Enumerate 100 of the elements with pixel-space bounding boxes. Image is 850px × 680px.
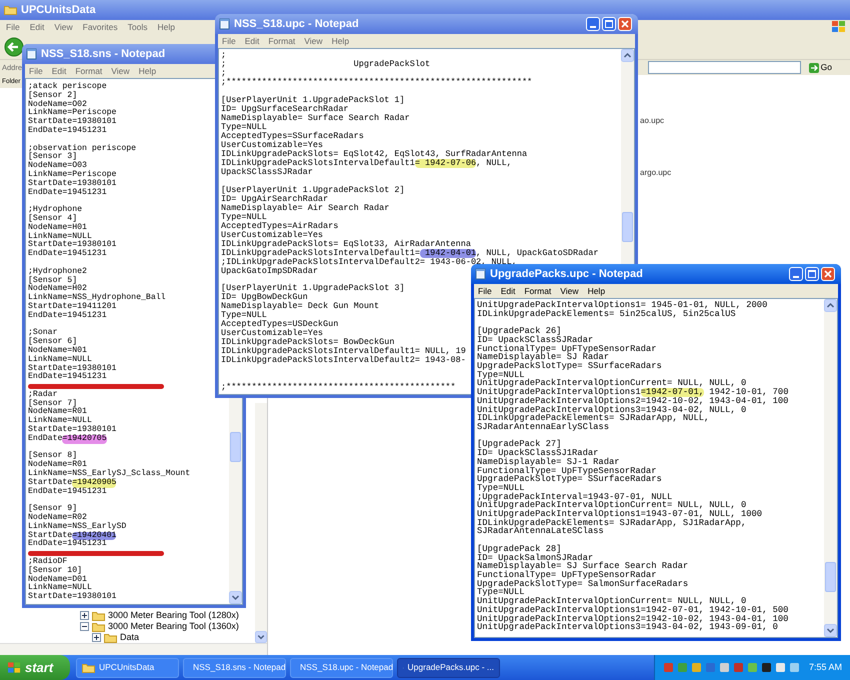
scrollbar[interactable] xyxy=(0,643,267,655)
menu-item[interactable]: Help xyxy=(588,284,606,298)
text-line: ;UpgradePackInterval=1943-07-01, NULL xyxy=(477,492,672,502)
menu-item[interactable]: View xyxy=(111,64,130,78)
file-name[interactable]: ao.upc xyxy=(640,115,850,127)
maximize-button[interactable] xyxy=(602,17,616,31)
menu-item[interactable]: Edit xyxy=(52,64,66,78)
menu-item[interactable]: Tools xyxy=(128,20,148,34)
text-line: StartDate=19380101 xyxy=(28,241,116,250)
minimize-button[interactable] xyxy=(789,267,803,281)
tray-icon[interactable] xyxy=(788,662,800,673)
clock: 7:55 AM xyxy=(808,660,842,674)
scroll-thumb[interactable] xyxy=(622,212,633,242)
menu-item[interactable]: File xyxy=(29,64,43,78)
text-line: LinkName=NULL xyxy=(28,584,92,592)
text-line: EndDate=19451231 xyxy=(28,312,107,321)
plus-box-icon[interactable] xyxy=(92,633,101,642)
text-line: NodeName=D01 xyxy=(28,576,87,584)
text-line: Type=NULL xyxy=(221,311,267,320)
text-line: LinkName=Periscope xyxy=(28,109,116,118)
tray-icon[interactable] xyxy=(760,662,772,673)
text-line: FunctionalType= UpFTypeSensorRadar xyxy=(477,571,656,580)
text-line: NodeName=N01 xyxy=(28,346,87,355)
menu-item[interactable]: Edit xyxy=(30,20,44,34)
menu-item[interactable]: View xyxy=(304,34,323,48)
text-line: EndDate=19451231 xyxy=(28,126,107,136)
scroll-thumb[interactable] xyxy=(230,432,241,462)
text-line: [Sensor 6] xyxy=(28,338,78,346)
text-line: StartDate=19380101 xyxy=(28,364,116,372)
text-line: ;Hydrophone2 xyxy=(28,268,87,276)
minimize-button[interactable] xyxy=(586,17,600,31)
text-line: UpackGatoImpSDRadar xyxy=(221,266,318,276)
tray-icon[interactable] xyxy=(774,662,786,673)
highlighted-text: =1942-07-01, xyxy=(640,388,704,397)
text-line: UnitUpgradePackIntervalOptionCurrent= NULL, NULL, 0 xyxy=(477,379,746,388)
menu-item[interactable]: View xyxy=(54,20,73,34)
text-line: LinkName=NSS_Hydrophone_Ball xyxy=(28,294,166,302)
taskbar-button[interactable]: UpgradePacks.upc - ... xyxy=(397,658,500,678)
taskbar-button[interactable]: NSS_S18.sns - Notepad xyxy=(183,658,286,678)
text-line: UnitUpgradePackIntervalOptionCurrent= NULL, NULL, 0 xyxy=(477,501,746,510)
text-line: UnitUpgradePackIntervalOptions3=1943-04-02, NULL, 0 xyxy=(477,406,746,414)
text-line: Type=NULL xyxy=(477,484,525,493)
text-line: [UpgradePack 27] xyxy=(477,440,562,450)
close-button[interactable] xyxy=(618,17,632,31)
tree-item[interactable]: 3000 Meter Bearing Tool (1280x) xyxy=(108,608,239,622)
menu-item[interactable]: Edit xyxy=(244,34,260,48)
tree-item[interactable]: 3000 Meter Bearing Tool (1360x) xyxy=(108,620,239,634)
text-line: AcceptedTypes=AirRadars xyxy=(221,222,338,231)
file-name[interactable]: argo.upc xyxy=(640,167,850,179)
taskbar-button[interactable]: NSS_S18.upc - Notepad xyxy=(290,658,393,678)
text-line: ;observation periscope xyxy=(28,144,136,153)
scroll-thumb[interactable] xyxy=(825,562,836,592)
text-line: IDLinkUpgradePackElements= 5in25calUS, 5in25calUS xyxy=(477,310,736,318)
plus-box-icon[interactable] xyxy=(80,611,89,620)
scrollbar[interactable] xyxy=(255,403,267,643)
menu-item[interactable]: Format xyxy=(268,34,296,48)
tray-icon[interactable] xyxy=(718,662,730,673)
text-line: NameDisplayable= Air Search Radar xyxy=(221,204,390,213)
menu-item[interactable]: Help xyxy=(332,34,350,48)
menu-item[interactable]: File xyxy=(6,20,20,34)
highlighted-text: =19420401 xyxy=(72,532,116,540)
text-line: UpgradePackSlotType= SSurfaceRadars xyxy=(477,475,662,484)
highlighted-text: =19420905 xyxy=(72,478,116,488)
text-line: UnitUpgradePackIntervalOptions1=1942-07-01, 1942-10-01, 500 xyxy=(477,606,788,615)
minus-box-icon[interactable] xyxy=(80,622,89,631)
address-field[interactable] xyxy=(648,61,801,74)
scrollbar[interactable] xyxy=(824,299,837,637)
menu-item[interactable]: Format xyxy=(524,284,552,298)
window-title: NSS_S18.upc - Notepad xyxy=(234,16,360,32)
text-line: IDLinkUpgradePackSlotsIntervalDefault2= 1943-08- xyxy=(221,356,466,366)
text-line: IDLinkUpgradePackSlotsIntervalDefault1= xyxy=(221,248,420,258)
menu-item[interactable]: Edit xyxy=(500,284,516,298)
maximize-button[interactable] xyxy=(805,267,819,281)
text-line: EndDate=19451231 xyxy=(28,373,107,382)
folder-icon xyxy=(92,610,105,620)
text-line: NodeName=R01 xyxy=(28,461,87,470)
tree-item[interactable]: Data xyxy=(120,630,140,644)
text-line: IDLinkUpgradePackElements= SJRadarApp, SJ1RadarApp, xyxy=(477,518,746,528)
text-line: UnitUpgradePackIntervalOptions1=1943-07-01, NULL, 1000 xyxy=(477,510,762,519)
menu-item[interactable]: Help xyxy=(157,20,175,34)
go-button[interactable]: Go xyxy=(804,61,836,74)
text-line: NameDisplayable= SJ Surface Search Radar xyxy=(477,562,688,572)
menu-item[interactable]: File xyxy=(222,34,236,48)
text-line: UnitUpgradePackIntervalOptions1= 1945-01-01, NULL, 2000 xyxy=(477,301,768,310)
text-line: UnitUpgradePackIntervalOptions1 xyxy=(477,388,641,397)
text-line: ID= UpgSurfaceSearchRadar xyxy=(221,104,349,114)
menu-item[interactable]: Format xyxy=(75,64,102,78)
text-line: ; xyxy=(221,69,226,78)
menu-item[interactable]: File xyxy=(478,284,492,298)
text-line: StartDate=19411201 xyxy=(28,302,116,311)
text-line: ;Radar xyxy=(28,390,58,399)
text-line: ID= UpgBowDeckGun xyxy=(221,293,308,302)
menu-item[interactable]: View xyxy=(560,284,579,298)
menu-item[interactable]: Help xyxy=(138,64,156,78)
text-line: SJRadarAntennaLateSClass xyxy=(477,527,604,536)
start-button[interactable]: start xyxy=(0,655,70,680)
close-icon xyxy=(621,20,629,28)
taskbar-button[interactable]: UPCUnitsData xyxy=(76,658,179,678)
close-button[interactable] xyxy=(821,267,835,281)
menu-item[interactable]: Favorites xyxy=(82,20,118,34)
